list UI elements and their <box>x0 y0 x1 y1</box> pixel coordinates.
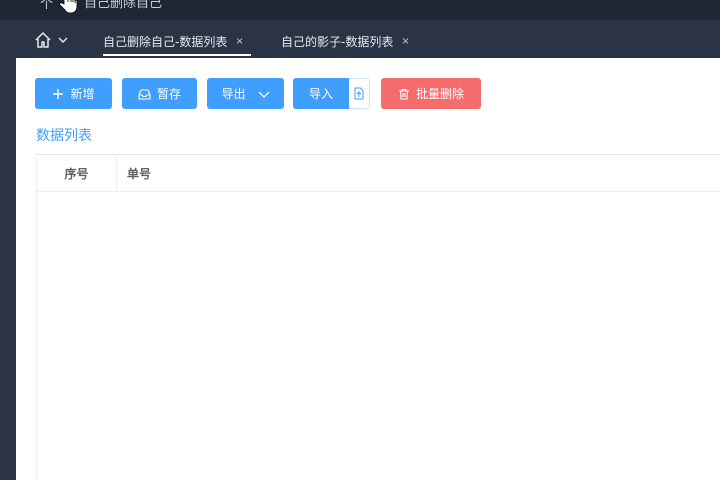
tab-label: 自己删除自己-数据列表 <box>103 34 228 49</box>
left-rail <box>0 58 16 480</box>
chevron-down-icon <box>258 91 269 98</box>
add-button[interactable]: 新增 <box>35 78 112 109</box>
batch-delete-button[interactable]: 批量删除 <box>381 78 481 109</box>
export-label: 导出 <box>221 87 246 101</box>
table-body <box>37 192 720 480</box>
home-dropdown-button[interactable] <box>34 30 74 50</box>
add-button-label: 新增 <box>70 87 95 101</box>
top-header: 个 自己删除自己 <box>0 0 720 20</box>
header-glyph: 个 <box>40 0 54 12</box>
tab-data-list[interactable]: 数据列表 <box>36 125 92 156</box>
home-icon <box>35 32 51 48</box>
tab-self-delete-list[interactable]: 自己删除自己-数据列表 × <box>103 26 251 56</box>
chevron-down-icon <box>58 37 68 43</box>
batch-delete-label: 批量删除 <box>415 87 464 101</box>
header-title: 自己删除自己 <box>84 0 163 11</box>
tab-label: 自己的影子-数据列表 <box>281 34 394 49</box>
import-file-button[interactable] <box>349 78 370 109</box>
save-draft-button[interactable]: 暂存 <box>122 78 197 109</box>
tab-close-icon[interactable]: × <box>235 36 243 47</box>
save-draft-label: 暂存 <box>156 87 181 101</box>
column-header-index[interactable]: 序号 <box>37 155 117 191</box>
data-table: 序号 单号 <box>36 155 720 480</box>
column-header-order-number[interactable]: 单号 <box>127 155 327 191</box>
plus-icon <box>53 88 64 99</box>
tab-bar: 自己删除自己-数据列表 × 自己的影子-数据列表 × <box>0 20 720 58</box>
tab-close-icon[interactable]: × <box>401 36 409 47</box>
action-toolbar: 新增 暂存 导出 导入 批量删除 <box>16 58 720 118</box>
import-button[interactable]: 导入 <box>293 78 349 109</box>
trash-icon <box>398 88 409 100</box>
import-label: 导入 <box>308 87 333 101</box>
main-content: 新增 暂存 导出 导入 批量删除 数据列表 序号 单号 <box>16 58 720 480</box>
tab-shadow-list[interactable]: 自己的影子-数据列表 × <box>281 26 410 56</box>
file-upload-icon <box>354 87 364 100</box>
hand-cursor-icon <box>59 0 78 14</box>
export-dropdown-button[interactable]: 导出 <box>207 78 284 109</box>
inbox-icon <box>138 88 151 100</box>
table-header: 序号 单号 <box>37 155 720 192</box>
